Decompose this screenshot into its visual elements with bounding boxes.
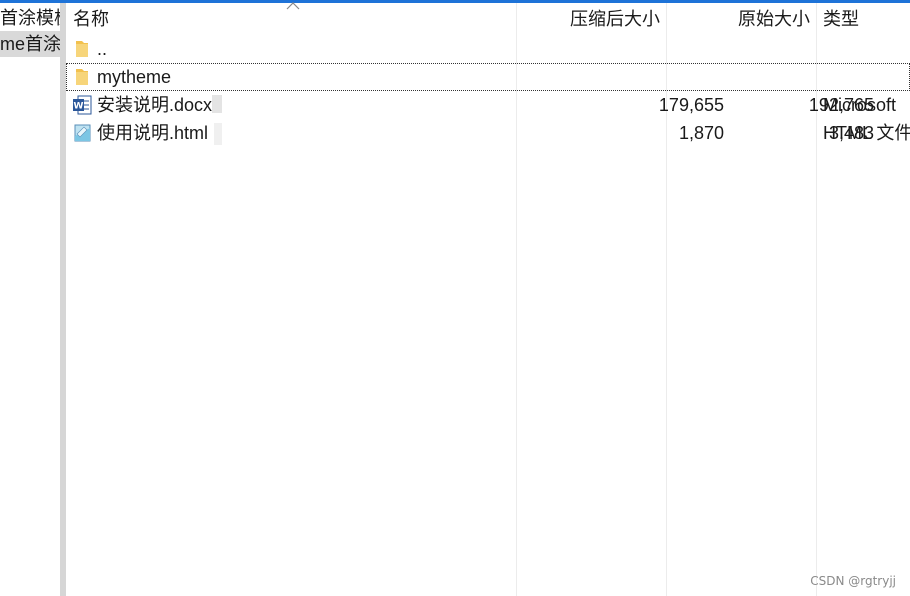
list-item[interactable]: W 安装说明.docx 179,655 192,765 Microsoft (66, 91, 910, 119)
watermark: CSDN @rgtryjj (810, 574, 896, 588)
folder-up-icon (76, 41, 88, 57)
render-artifact (214, 123, 222, 145)
compressed-size: 179,655 (658, 95, 724, 115)
column-header-type[interactable]: 类型 (823, 3, 859, 35)
column-header-name[interactable]: 名称 (73, 3, 109, 35)
list-item[interactable]: mytheme (66, 63, 910, 91)
word-document-icon: W (73, 95, 92, 115)
list-item[interactable]: .. (66, 35, 910, 63)
file-name: .. (97, 39, 108, 59)
file-name: 安装说明.docx (97, 95, 213, 115)
folder-icon (76, 69, 88, 85)
tree-item-selected[interactable]: me首涂 (0, 31, 60, 57)
html-file-icon (74, 124, 91, 142)
svg-text:W: W (74, 102, 84, 112)
folder-tree-pane[interactable]: 首涂模板 me首涂 (0, 3, 60, 596)
file-type: Microsoft (823, 95, 897, 115)
file-type: HTML 文件 (823, 123, 910, 143)
list-item[interactable]: 使用说明.html 1,870 3,483 HTML 文件 (66, 119, 910, 147)
sort-ascending-icon (286, 2, 300, 10)
column-header-compressed-size[interactable]: 压缩后大小 (570, 3, 660, 35)
file-name: 使用说明.html (97, 123, 209, 143)
compressed-size: 1,870 (678, 123, 724, 143)
file-list[interactable]: 名称 压缩后大小 原始大小 类型 .. mytheme W 安装说明.docx … (66, 2, 910, 596)
render-artifact (212, 95, 222, 113)
file-name: mytheme (97, 67, 172, 87)
column-header-original-size[interactable]: 原始大小 (738, 3, 810, 35)
list-header: 名称 压缩后大小 原始大小 类型 (66, 2, 910, 35)
tree-item[interactable]: 首涂模板 (0, 5, 60, 31)
